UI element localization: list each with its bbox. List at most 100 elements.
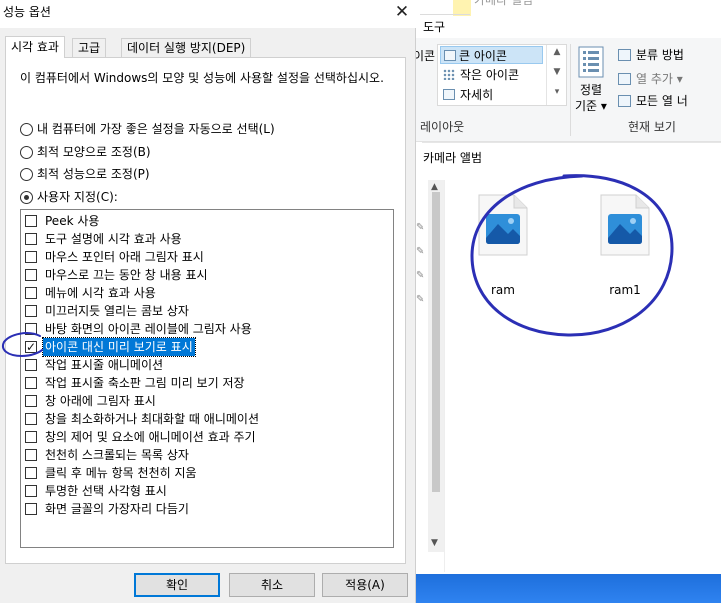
pin-icon[interactable]: ✎ [416, 246, 424, 257]
ribbon-divider [570, 44, 571, 136]
pane-divider [422, 142, 721, 143]
scroll-down-icon[interactable]: ▼ [431, 538, 438, 548]
pin-icon[interactable]: ✎ [416, 222, 424, 233]
checkbox[interactable] [25, 269, 37, 281]
current-view-group-label: 현재 보기 [628, 120, 676, 134]
ribbon: 이콘 큰 아이콘 작은 아이콘 자세히 ▲ ▼ ▾ 레이아웃 정렬 기준 ▾ 분… [410, 38, 721, 142]
scroll-thumb[interactable] [432, 192, 440, 492]
effect-option[interactable]: 창 아래에 그림자 표시 [25, 392, 158, 410]
file-name: ram1 [609, 283, 641, 297]
effect-option[interactable]: 작업 표시줄 애니메이션 [25, 356, 165, 374]
layout-details[interactable]: 자세히 [440, 86, 543, 104]
effect-option[interactable]: 마우스로 끄는 동안 창 내용 표시 [25, 266, 210, 284]
checkbox[interactable] [25, 413, 37, 425]
effect-label: 창의 제어 및 요소에 애니메이션 효과 주기 [45, 430, 256, 444]
radio-custom[interactable]: 사용자 지정(C): [20, 189, 118, 205]
image-file-icon [600, 194, 650, 256]
layout-gallery: 큰 아이콘 작은 아이콘 자세히 ▲ ▼ ▾ [437, 44, 567, 106]
checkbox[interactable] [25, 215, 37, 227]
scroll-down-icon[interactable]: ▼ [551, 67, 563, 77]
radio-best-appearance[interactable]: 최적 모양으로 조정(B) [20, 144, 151, 160]
effect-option[interactable]: 창의 제어 및 요소에 애니메이션 효과 주기 [25, 428, 258, 446]
checkbox[interactable] [25, 485, 37, 497]
radio-auto-best[interactable]: 내 컴퓨터에 가장 좋은 설정을 자동으로 선택(L) [20, 121, 275, 137]
checkbox[interactable] [25, 338, 37, 356]
checkbox[interactable] [25, 287, 37, 299]
sort-by-icon[interactable] [578, 46, 604, 78]
sort-by-label-2[interactable]: 기준 ▾ [575, 97, 607, 114]
effect-option[interactable]: 마우스 포인터 아래 그림자 표시 [25, 248, 206, 266]
folder-title: 카메라 앨범 [423, 151, 483, 165]
checkbox[interactable] [25, 449, 37, 461]
effect-option[interactable]: 클릭 후 메뉴 항목 천천히 지움 [25, 464, 199, 482]
effect-label: 창을 최소화하거나 최대화할 때 애니메이션 [45, 412, 259, 426]
radio-button[interactable] [20, 123, 33, 136]
effect-option[interactable]: 창을 최소화하거나 최대화할 때 애니메이션 [25, 410, 261, 428]
pin-icon[interactable]: ✎ [416, 270, 424, 281]
small-icons-icon [443, 69, 455, 80]
visual-effects-panel: 이 컴퓨터에서 Windows의 모양 및 성능에 사용할 설정을 선택하십시오… [5, 57, 406, 564]
layout-large-icons[interactable]: 큰 아이콘 [440, 46, 543, 64]
layout-gallery-scroll[interactable]: ▲ ▼ ▾ [546, 45, 566, 105]
effect-label: 작업 표시줄 애니메이션 [45, 358, 164, 372]
scroll-up-icon[interactable]: ▲ [551, 47, 563, 57]
checkbox[interactable] [25, 233, 37, 245]
checkbox[interactable] [25, 251, 37, 263]
file-item[interactable]: ram1 [580, 192, 670, 302]
ok-button[interactable]: 확인 [134, 573, 220, 597]
checkbox[interactable] [25, 503, 37, 515]
expand-gallery-icon[interactable]: ▾ [551, 87, 563, 97]
effect-option[interactable]: 바탕 화면의 아이콘 레이블에 그림자 사용 [25, 320, 254, 338]
size-columns-icon [618, 95, 631, 107]
effect-option[interactable]: 투명한 선택 사각형 표시 [25, 482, 169, 500]
effect-option[interactable]: Peek 사용 [25, 212, 101, 230]
radio-button[interactable] [20, 191, 33, 204]
effect-option[interactable]: 천천히 스크롤되는 목록 상자 [25, 446, 191, 464]
effect-option[interactable]: 화면 글꼴의 가장자리 다듬기 [25, 500, 191, 518]
radio-button[interactable] [20, 168, 33, 181]
effect-option[interactable]: 메뉴에 시각 효과 사용 [25, 284, 158, 302]
effect-option[interactable]: 미끄러지듯 열리는 콤보 상자 [25, 302, 191, 320]
tab-visual-effects[interactable]: 시각 효과 [5, 36, 65, 58]
effect-label: 마우스로 끄는 동안 창 내용 표시 [45, 268, 208, 282]
ribbon-tab-tools[interactable]: 도구 [420, 14, 470, 36]
effect-label: 메뉴에 시각 효과 사용 [45, 286, 156, 300]
size-columns-button[interactable]: 모든 열 너 [618, 92, 688, 110]
image-file-icon [478, 194, 528, 256]
radio-best-performance[interactable]: 최적 성능으로 조정(P) [20, 166, 150, 182]
layout-partial-label[interactable]: 이콘 [413, 47, 435, 64]
group-by-button[interactable]: 분류 방법 [618, 46, 684, 64]
tab-advanced[interactable]: 고급 [72, 38, 107, 58]
add-columns-button[interactable]: 열 추가 ▾ [618, 70, 683, 88]
pin-icon[interactable]: ✎ [416, 294, 424, 305]
visual-effects-list: Peek 사용도구 설명에 시각 효과 사용마우스 포인터 아래 그림자 표시마… [20, 209, 394, 548]
radio-button[interactable] [20, 146, 33, 159]
tab-data-execution-prevention[interactable]: 데이터 실행 방지(DEP) [121, 38, 252, 58]
checkbox[interactable] [25, 467, 37, 479]
checkbox[interactable] [25, 305, 37, 317]
cancel-button[interactable]: 취소 [229, 573, 315, 597]
effect-option[interactable]: 도구 설명에 시각 효과 사용 [25, 230, 184, 248]
performance-options-dialog: 성능 옵션 ✕ 시각 효과 고급 데이터 실행 방지(DEP) 이 컴퓨터에서 … [0, 0, 416, 603]
title-bar[interactable]: 성능 옵션 [0, 0, 416, 28]
scroll-up-icon[interactable]: ▲ [431, 182, 438, 192]
effect-label: 클릭 후 메뉴 항목 천천히 지움 [45, 466, 197, 480]
apply-button[interactable]: 적용(A) [322, 573, 408, 597]
details-icon [443, 89, 455, 100]
explorer-scrollbar[interactable]: ▲ ▼ [428, 180, 444, 552]
layout-small-icons[interactable]: 작은 아이콘 [440, 66, 543, 84]
checkbox[interactable] [25, 431, 37, 443]
checkbox[interactable] [25, 377, 37, 389]
large-icons-icon [444, 50, 456, 61]
checkbox[interactable] [25, 395, 37, 407]
checkbox[interactable] [25, 323, 37, 335]
sort-by-label[interactable]: 정렬 [578, 82, 604, 98]
effect-option[interactable]: 작업 표시줄 축소판 그림 미리 보기 저장 [25, 374, 247, 392]
effect-label: 마우스 포인터 아래 그림자 표시 [45, 250, 204, 264]
checkbox[interactable] [25, 359, 37, 371]
file-item[interactable]: ram [458, 192, 548, 302]
effect-label: Peek 사용 [45, 214, 100, 228]
close-icon[interactable]: ✕ [388, 0, 416, 24]
effect-option[interactable]: 아이콘 대신 미리 보기로 표시 [25, 337, 196, 357]
dialog-title: 성능 옵션 [3, 5, 51, 19]
